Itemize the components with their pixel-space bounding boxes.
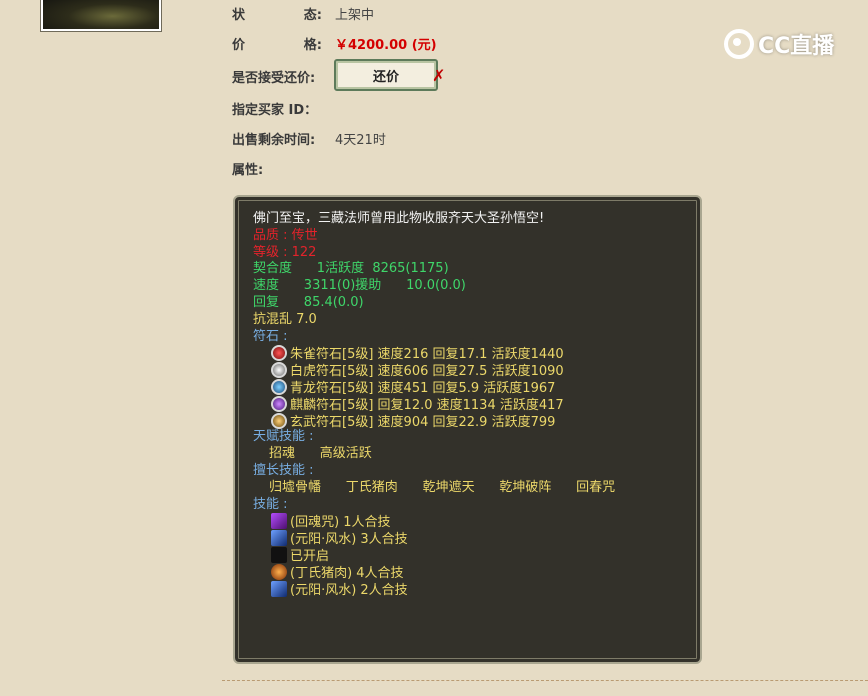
- quality-line: 品质 : 传世: [253, 227, 318, 243]
- qilin-rune-icon: [271, 395, 287, 412]
- xuanwu-rune-icon: [271, 412, 287, 429]
- attributes-label: 属性:: [232, 163, 264, 178]
- skill-item: (元阳·风水) 2人合技: [253, 580, 690, 598]
- cc-live-logo: CC直播: [724, 28, 834, 60]
- skill-item: (回魂咒) 1人合技: [253, 513, 690, 530]
- item-image: [43, 0, 159, 29]
- pin-icon: ✗: [432, 66, 446, 85]
- rune-item: 玄武符石[5级] 速度904 回复22.9 活跃度799: [253, 412, 690, 430]
- talent-list: 招魂 高级活跃: [269, 446, 372, 462]
- dingshi-skill-icon: [271, 563, 287, 580]
- opened-skill-icon: [271, 546, 287, 563]
- zhuque-rune-icon: [271, 345, 287, 362]
- attributes-panel: 佛门至宝，三藏法师曾用此物收服齐天大圣孙悟空! 品质 : 传世 等级 : 122…: [233, 195, 702, 664]
- remaining-time-value: 4天21时: [335, 133, 386, 148]
- yuanyang-skill-icon: [271, 530, 287, 547]
- specialty-list: 归墟骨幡 丁氏猪肉 乾坤遮天 乾坤破阵 回春咒: [269, 479, 616, 495]
- item-description: 佛门至宝，三藏法师曾用此物收服齐天大圣孙悟空!: [253, 211, 545, 226]
- rune-item: 白虎符石[5级] 速度606 回复27.5 活跃度1090: [253, 362, 690, 379]
- rune-item: 麒麟符石[5级] 回复12.0 速度1134 活跃度417: [253, 395, 690, 413]
- yuanyang-skill-icon-2: [271, 580, 287, 597]
- rune-item: 朱雀符石[5级] 速度216 回复17.1 活跃度1440: [253, 345, 690, 362]
- affinity-line: 契合度 1活跃度 8265(1175): [253, 261, 449, 277]
- level-line: 等级 : 122: [253, 244, 317, 260]
- skill-item: (丁氏猪肉) 4人合技: [253, 563, 690, 581]
- skill-item: (元阳·风水) 3人合技: [253, 530, 690, 547]
- recovery-line: 回复 85.4(0.0): [253, 294, 364, 310]
- haggle-button[interactable]: 还价: [334, 59, 438, 91]
- rune-item: 青龙符石[5级] 速度451 回复5.9 活跃度1967: [253, 378, 690, 396]
- remaining-time-label: 出售剩余时间:: [232, 133, 316, 148]
- status-value: 上架中: [335, 8, 375, 23]
- huihun-skill-icon: [271, 513, 287, 530]
- baihu-rune-icon: [271, 362, 287, 379]
- buyer-id-label: 指定买家 ID：: [232, 103, 318, 118]
- specialty-label: 擅长技能 :: [253, 462, 314, 478]
- status-label: 状态:: [232, 8, 322, 23]
- logo-text: CC直播: [758, 34, 835, 59]
- section-divider: [222, 680, 868, 681]
- haggle-label: 是否接受还价:: [232, 71, 316, 86]
- cc-logo-icon: [724, 29, 754, 59]
- runes-label: 符石 :: [253, 328, 288, 344]
- talent-label: 天赋技能 :: [253, 429, 314, 445]
- skills-label: 技能 :: [253, 496, 288, 512]
- speed-line: 速度 3311(0)援助 10.0(0.0): [253, 278, 466, 294]
- price-label: 价格:: [232, 38, 322, 53]
- item-thumbnail[interactable]: [40, 0, 162, 32]
- skill-item: 已开启: [253, 546, 690, 564]
- price-value: ￥4200.00 (元): [335, 38, 437, 53]
- anti-chaos-line: 抗混乱 7.0: [253, 311, 317, 327]
- qinglong-rune-icon: [271, 378, 287, 395]
